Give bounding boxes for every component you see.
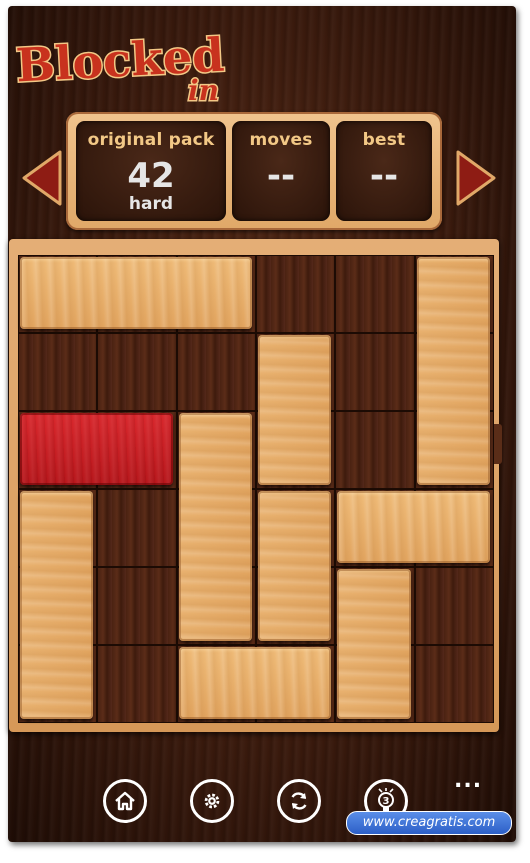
board-cell bbox=[414, 645, 494, 723]
hint-count: 3 bbox=[383, 796, 390, 807]
board-cell bbox=[97, 333, 177, 411]
moves-label: moves bbox=[249, 130, 313, 150]
wood-block[interactable] bbox=[20, 257, 252, 329]
left-arrow-icon bbox=[22, 150, 62, 206]
board-cell bbox=[97, 489, 177, 567]
pack-cell: original pack 42 hard bbox=[76, 121, 226, 221]
wood-block[interactable] bbox=[20, 491, 94, 719]
best-value: -- bbox=[369, 156, 399, 196]
board-cell bbox=[97, 567, 177, 645]
refresh-icon bbox=[291, 792, 307, 810]
wood-block[interactable] bbox=[337, 569, 411, 719]
right-arrow-icon bbox=[456, 150, 496, 206]
board-cell bbox=[335, 411, 415, 489]
previous-level-button[interactable] bbox=[18, 146, 64, 210]
game-logo: Blocked in bbox=[12, 16, 242, 110]
moves-value: -- bbox=[266, 156, 296, 196]
puzzle-board bbox=[18, 255, 494, 723]
home-icon bbox=[115, 791, 135, 811]
wood-block[interactable] bbox=[258, 335, 332, 485]
pack-label: original pack bbox=[87, 130, 215, 150]
wood-block[interactable] bbox=[337, 491, 490, 563]
level-info-panel: original pack 42 hard moves -- best -- bbox=[66, 112, 442, 230]
restart-button[interactable] bbox=[277, 779, 321, 823]
next-level-button[interactable] bbox=[454, 146, 500, 210]
best-label: best bbox=[362, 130, 406, 150]
wood-block[interactable] bbox=[258, 491, 332, 641]
gear-icon bbox=[204, 793, 220, 809]
board-cell bbox=[335, 333, 415, 411]
wood-block[interactable] bbox=[416, 257, 490, 485]
board-cell bbox=[97, 645, 177, 723]
wood-block[interactable] bbox=[178, 413, 252, 641]
target-block[interactable] bbox=[20, 413, 173, 485]
moves-cell: moves -- bbox=[232, 121, 330, 221]
board-cell bbox=[176, 333, 256, 411]
difficulty-label: hard bbox=[128, 194, 174, 214]
board-cell bbox=[335, 255, 415, 333]
board-cell bbox=[256, 255, 336, 333]
board-cell bbox=[18, 333, 98, 411]
logo-graphic: Blocked in bbox=[13, 26, 227, 108]
board-exit bbox=[494, 424, 502, 464]
level-number: 42 bbox=[127, 156, 175, 196]
home-button[interactable] bbox=[103, 779, 147, 823]
settings-button[interactable] bbox=[190, 779, 234, 823]
watermark-text: www.creagratis.com bbox=[346, 811, 512, 835]
board-cell bbox=[414, 567, 494, 645]
best-cell: best -- bbox=[336, 121, 432, 221]
wood-block[interactable] bbox=[178, 647, 332, 719]
logo-line2: in bbox=[188, 74, 219, 106]
more-options-button[interactable]: ... bbox=[454, 768, 482, 793]
